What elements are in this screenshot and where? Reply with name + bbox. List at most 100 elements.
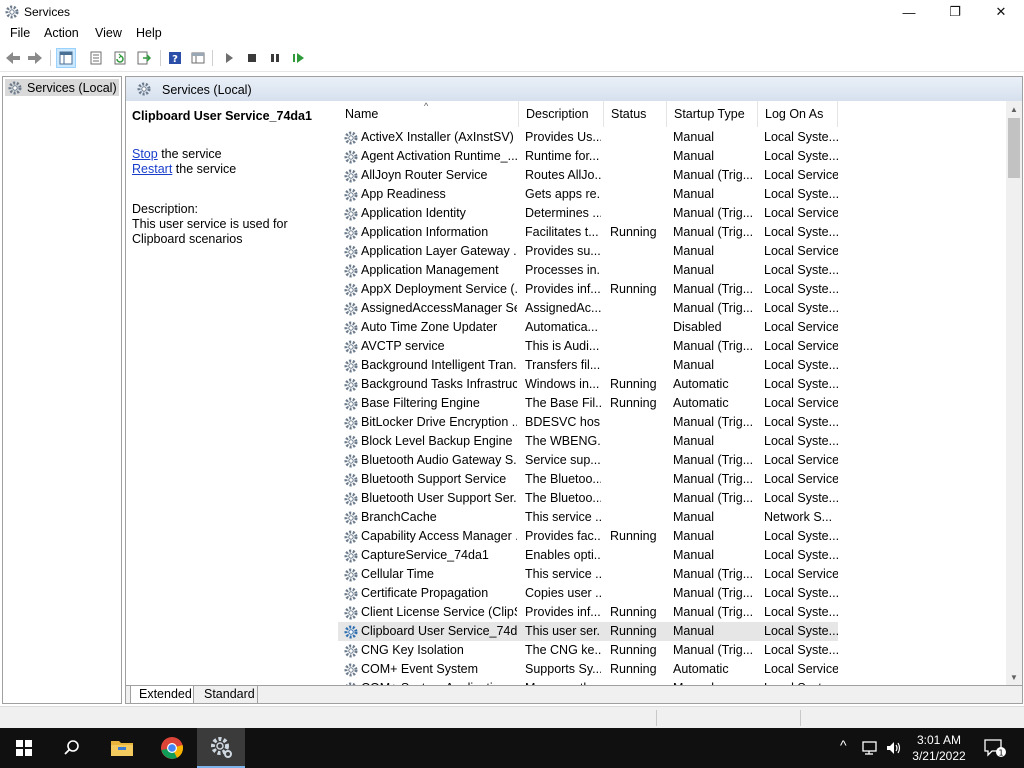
table-row[interactable]: Clipboard User Service_74da1 This user se…	[338, 622, 838, 641]
stop-service-link[interactable]: Stop	[132, 147, 158, 161]
scrollbar-thumb[interactable]	[1008, 118, 1020, 178]
forward-icon[interactable]	[25, 48, 45, 68]
service-startup-cell: Manual (Trig...	[673, 282, 754, 296]
service-startup-cell: Manual (Trig...	[673, 225, 754, 239]
service-gear-icon	[342, 413, 360, 432]
tab-extended[interactable]: Extended	[130, 686, 194, 704]
notification-count: 1	[998, 749, 1003, 758]
menu-file[interactable]: File	[10, 26, 30, 40]
table-row[interactable]: Application Management Processes in... Man…	[338, 261, 838, 280]
close-button[interactable]: ✕	[978, 0, 1024, 24]
table-row[interactable]: BranchCache This service ... Manual Network…	[338, 508, 838, 527]
restart-service-link[interactable]: Restart	[132, 162, 172, 176]
column-header-log-on-as[interactable]: Log On As	[758, 101, 838, 127]
console-icon[interactable]	[188, 48, 208, 68]
table-row[interactable]: Background Intelligent Tran... Transfers …	[338, 356, 838, 375]
table-row[interactable]: AVCTP service This is Audi... Manual (Trig…	[338, 337, 838, 356]
menu-view[interactable]: View	[95, 26, 122, 40]
service-name-cell: Block Level Backup Engine ...	[361, 434, 517, 448]
table-row[interactable]: Application Information Facilitates t... R…	[338, 223, 838, 242]
service-logon-cell: Local Service	[764, 206, 838, 220]
service-logon-cell: Local Service	[764, 396, 838, 410]
table-row[interactable]: Certificate Propagation Copies user ... Ma…	[338, 584, 838, 603]
table-row[interactable]: Bluetooth Support Service The Bluetoo... M…	[338, 470, 838, 489]
service-gear-icon	[342, 299, 360, 318]
scroll-up-icon[interactable]: ▲	[1006, 101, 1022, 117]
maximize-button[interactable]: ❐	[932, 0, 978, 24]
table-row[interactable]: Background Tasks Infrastruc... Windows in…	[338, 375, 838, 394]
service-name-cell: AVCTP service	[361, 339, 445, 353]
menu-help[interactable]: Help	[136, 26, 162, 40]
service-description-cell: Routes AllJo...	[525, 168, 601, 182]
table-row[interactable]: AppX Deployment Service (... Provides inf…	[338, 280, 838, 299]
service-status-cell	[610, 185, 668, 204]
service-gear-icon	[342, 318, 360, 337]
table-row[interactable]: AllJoyn Router Service Routes AllJo... Man…	[338, 166, 838, 185]
show-tree-icon[interactable]	[56, 48, 76, 68]
service-logon-cell: Local Syste...	[764, 624, 838, 638]
title-bar: Services — ❐ ✕	[0, 0, 1024, 24]
tree-item-services-local[interactable]: Services (Local)	[5, 79, 119, 96]
table-row[interactable]: Agent Activation Runtime_... Runtime for.…	[338, 147, 838, 166]
service-logon-cell: Local Syste...	[764, 130, 838, 144]
menu-action[interactable]: Action	[44, 26, 79, 40]
help-icon[interactable]: ?	[165, 48, 185, 68]
table-row[interactable]: Block Level Backup Engine ... The WBENG..…	[338, 432, 838, 451]
service-status-cell: Running	[610, 377, 657, 391]
service-startup-cell: Manual	[673, 263, 714, 277]
table-header: Name ^ Description Status Startup Type L…	[338, 101, 1006, 127]
column-header-description[interactable]: Description	[519, 101, 604, 127]
table-row[interactable]: BitLocker Drive Encryption ... BDESVC hos…	[338, 413, 838, 432]
table-row[interactable]: App Readiness Gets apps re... Manual Local …	[338, 185, 838, 204]
service-status-cell	[610, 546, 668, 565]
table-row[interactable]: Application Identity Determines ... Manual…	[338, 204, 838, 223]
table-row[interactable]: Application Layer Gateway ... Provides su…	[338, 242, 838, 261]
table-row[interactable]: Bluetooth Audio Gateway S... Service sup.…	[338, 451, 838, 470]
search-icon[interactable]	[48, 728, 96, 768]
table-row[interactable]: Bluetooth User Support Ser... The Bluetoo…	[338, 489, 838, 508]
tab-standard[interactable]: Standard	[196, 686, 258, 704]
refresh-icon[interactable]	[110, 48, 130, 68]
service-status-cell	[610, 166, 668, 185]
chevron-up-icon[interactable]: ^	[840, 737, 847, 753]
chrome-icon[interactable]	[148, 728, 196, 768]
column-header-status[interactable]: Status	[604, 101, 667, 127]
service-description-cell: Provides su...	[525, 244, 601, 258]
table-row[interactable]: Capability Access Manager ... Provides fa…	[338, 527, 838, 546]
service-description-cell: The Bluetoo...	[525, 472, 601, 486]
windows-start-icon[interactable]	[0, 728, 48, 768]
notifications-icon[interactable]: 1	[984, 738, 1006, 761]
properties-icon[interactable]	[86, 48, 106, 68]
service-logon-cell: Network S...	[764, 510, 833, 524]
services-icon[interactable]	[197, 728, 245, 768]
service-gear-icon	[342, 603, 360, 622]
table-row[interactable]: Cellular Time This service ... Manual (Tri…	[338, 565, 838, 584]
table-row[interactable]: CNG Key Isolation The CNG ke... Running Man…	[338, 641, 838, 660]
system-clock[interactable]: 3:01 AM 3/21/2022	[900, 732, 978, 764]
table-row[interactable]: Client License Service (ClipS... Provides…	[338, 603, 838, 622]
start-icon[interactable]	[219, 48, 239, 68]
column-header-startup-type[interactable]: Startup Type	[667, 101, 758, 127]
table-row[interactable]: ActiveX Installer (AxInstSV) Provides Us.…	[338, 128, 838, 147]
file-explorer-icon[interactable]	[98, 728, 146, 768]
service-logon-cell: Local Syste...	[764, 548, 838, 562]
column-header-name[interactable]: Name ^	[338, 101, 519, 127]
network-icon[interactable]	[862, 740, 880, 759]
stop-icon[interactable]	[242, 48, 262, 68]
scroll-down-icon[interactable]: ▼	[1006, 669, 1022, 685]
table-row[interactable]: CaptureService_74da1 Enables opti... Manua…	[338, 546, 838, 565]
export-icon[interactable]	[134, 48, 154, 68]
vertical-scrollbar[interactable]: ▲ ▼	[1006, 101, 1022, 685]
table-row[interactable]: Auto Time Zone Updater Automatica... Disab…	[338, 318, 838, 337]
table-row[interactable]: Base Filtering Engine The Base Fil... Runn…	[338, 394, 838, 413]
minimize-button[interactable]: —	[886, 0, 932, 24]
service-name-cell: Clipboard User Service_74da1	[361, 624, 517, 638]
service-gear-icon	[342, 280, 360, 299]
table-row[interactable]: AssignedAccessManager Se... AssignedAc...…	[338, 299, 838, 318]
service-description-cell: The CNG ke...	[525, 643, 601, 657]
pause-icon[interactable]	[265, 48, 285, 68]
restart-icon[interactable]	[288, 48, 308, 68]
toolbar-separator	[160, 50, 161, 66]
back-icon[interactable]	[3, 48, 23, 68]
table-row[interactable]: COM+ Event System Supports Sy... Running Au…	[338, 660, 838, 679]
